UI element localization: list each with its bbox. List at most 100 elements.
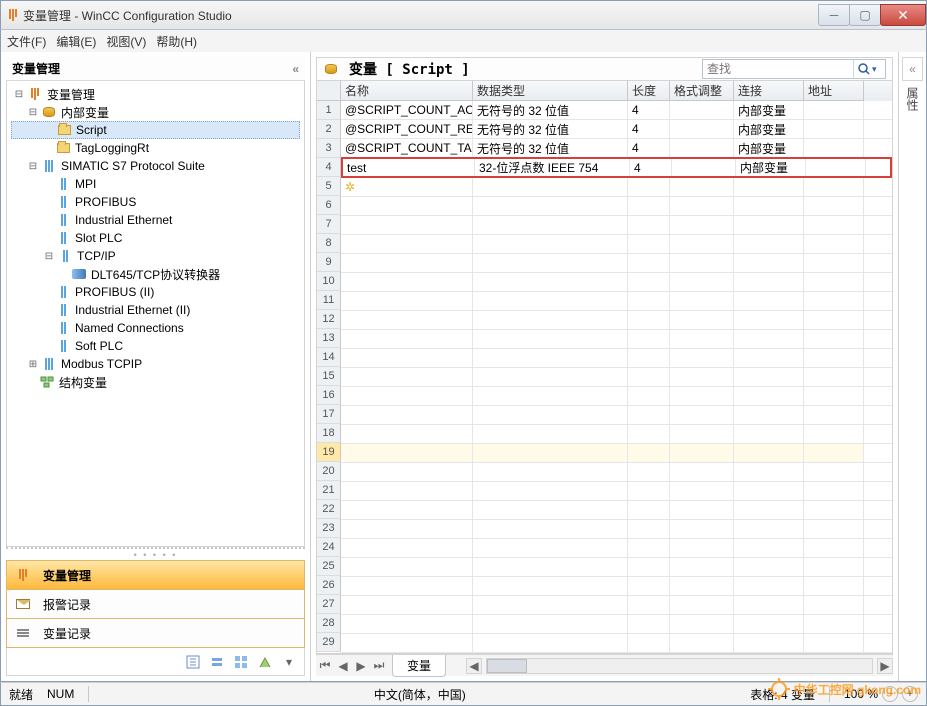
grid-cell[interactable] [628, 615, 670, 633]
grid-cell[interactable]: 内部变量 [734, 101, 804, 119]
table-row[interactable] [341, 463, 892, 482]
grid-cell[interactable] [628, 254, 670, 272]
table-row[interactable] [341, 197, 892, 216]
zoom-control[interactable]: 100 % − + [844, 686, 918, 702]
table-row[interactable] [341, 444, 892, 463]
menu-help[interactable]: 帮助(H) [156, 33, 197, 50]
grid-cell[interactable] [804, 501, 864, 519]
grid-cell[interactable] [804, 482, 864, 500]
grid-cell[interactable] [473, 501, 628, 519]
grid-cell[interactable] [670, 197, 734, 215]
table-row[interactable] [341, 311, 892, 330]
grid-cell[interactable] [341, 292, 473, 310]
grid-cell[interactable] [670, 615, 734, 633]
row-header[interactable]: 1 [317, 101, 341, 120]
col-length[interactable]: 长度 [628, 81, 670, 101]
grid-cell[interactable] [804, 311, 864, 329]
grid-cell[interactable] [473, 197, 628, 215]
grid-cell[interactable] [341, 235, 473, 253]
grid-cell[interactable] [670, 463, 734, 481]
grid-cell[interactable] [670, 577, 734, 595]
grid-cell[interactable]: 无符号的 32 位值 [473, 120, 628, 138]
table-row[interactable] [341, 634, 892, 653]
grid-cell[interactable] [734, 520, 804, 538]
grid-cell[interactable] [473, 596, 628, 614]
grid-cell[interactable]: 32-位浮点数 IEEE 754 [475, 159, 630, 176]
menu-file[interactable]: 文件(F) [7, 33, 46, 50]
grid-cell[interactable] [734, 558, 804, 576]
grid-cell[interactable] [670, 178, 734, 196]
table-row[interactable] [341, 330, 892, 349]
grid-cell[interactable] [670, 425, 734, 443]
tree-script[interactable]: Script [11, 121, 300, 139]
expand-icon[interactable]: ⊟ [27, 160, 39, 172]
table-row[interactable] [341, 387, 892, 406]
row-header[interactable]: 28 [317, 614, 341, 633]
table-row[interactable] [341, 615, 892, 634]
grid-cell[interactable] [628, 292, 670, 310]
grid-cell[interactable] [341, 444, 473, 462]
grid-cell[interactable] [628, 501, 670, 519]
nav-var-mgmt[interactable]: 变量管理 [6, 560, 305, 590]
grid-cell[interactable]: @SCRIPT_COUNT_REQ [341, 120, 473, 138]
grid-cell[interactable]: 内部变量 [734, 139, 804, 157]
row-header[interactable]: 15 [317, 367, 341, 386]
col-address[interactable]: 地址 [804, 81, 864, 101]
grid-cell[interactable] [473, 539, 628, 557]
row-header[interactable]: 25 [317, 557, 341, 576]
row-header[interactable]: 14 [317, 348, 341, 367]
grid-cell[interactable] [804, 444, 864, 462]
grid-cell[interactable]: test [343, 159, 475, 176]
grid-cell[interactable] [341, 634, 473, 652]
grid-cell[interactable] [628, 273, 670, 291]
grid-cell[interactable] [734, 634, 804, 652]
grid-cell[interactable] [341, 311, 473, 329]
maximize-button[interactable]: ▢ [849, 4, 881, 26]
close-button[interactable]: ✕ [880, 4, 926, 26]
expand-icon[interactable]: ⊟ [13, 88, 25, 100]
table-row[interactable]: test32-位浮点数 IEEE 7544内部变量 [341, 157, 892, 178]
table-row[interactable] [341, 577, 892, 596]
expand-right-button[interactable]: « [902, 57, 923, 81]
grid-cell[interactable] [734, 425, 804, 443]
grid-cell[interactable] [804, 425, 864, 443]
grid-cell[interactable] [473, 292, 628, 310]
row-header[interactable]: 24 [317, 538, 341, 557]
grid-cell[interactable] [628, 178, 670, 196]
grid-cell[interactable] [341, 577, 473, 595]
search-button[interactable]: ▾ [853, 60, 881, 78]
grid-cell[interactable] [670, 501, 734, 519]
grid-cell[interactable] [473, 254, 628, 272]
grid-cell[interactable]: 内部变量 [734, 120, 804, 138]
grid-cell[interactable] [628, 634, 670, 652]
minimize-button[interactable]: ─ [818, 4, 850, 26]
grid-cell[interactable] [804, 235, 864, 253]
grid-cell[interactable] [628, 216, 670, 234]
menu-edit[interactable]: 编辑(E) [56, 33, 96, 50]
grid-cell[interactable] [734, 387, 804, 405]
grid-cell[interactable] [473, 444, 628, 462]
grid-cell[interactable] [804, 178, 864, 196]
expand-icon[interactable]: ⊞ [27, 358, 39, 370]
grid-cell[interactable] [628, 349, 670, 367]
table-row[interactable] [341, 482, 892, 501]
row-header[interactable]: 17 [317, 405, 341, 424]
row-header[interactable]: 11 [317, 291, 341, 310]
grid-cell[interactable] [628, 311, 670, 329]
grid-cell[interactable] [804, 216, 864, 234]
scroll-thumb[interactable] [487, 659, 527, 673]
grid-cell[interactable] [341, 425, 473, 443]
grid-cell[interactable] [670, 596, 734, 614]
grid-cell[interactable]: @SCRIPT_COUNT_TAG [341, 139, 473, 157]
tree-modbus[interactable]: ⊞Modbus TCPIP [11, 355, 300, 373]
row-header[interactable]: 16 [317, 386, 341, 405]
expand-icon[interactable]: ⊟ [27, 106, 39, 118]
sheet-tab[interactable]: 变量 [392, 655, 446, 677]
table-row[interactable] [341, 558, 892, 577]
tree-named-conn[interactable]: Named Connections [11, 319, 300, 337]
grid-cell[interactable] [804, 539, 864, 557]
grid-cell[interactable] [341, 330, 473, 348]
tree-struct[interactable]: 结构变量 [11, 373, 300, 391]
grid-cell[interactable] [804, 197, 864, 215]
grid-cell[interactable] [670, 368, 734, 386]
